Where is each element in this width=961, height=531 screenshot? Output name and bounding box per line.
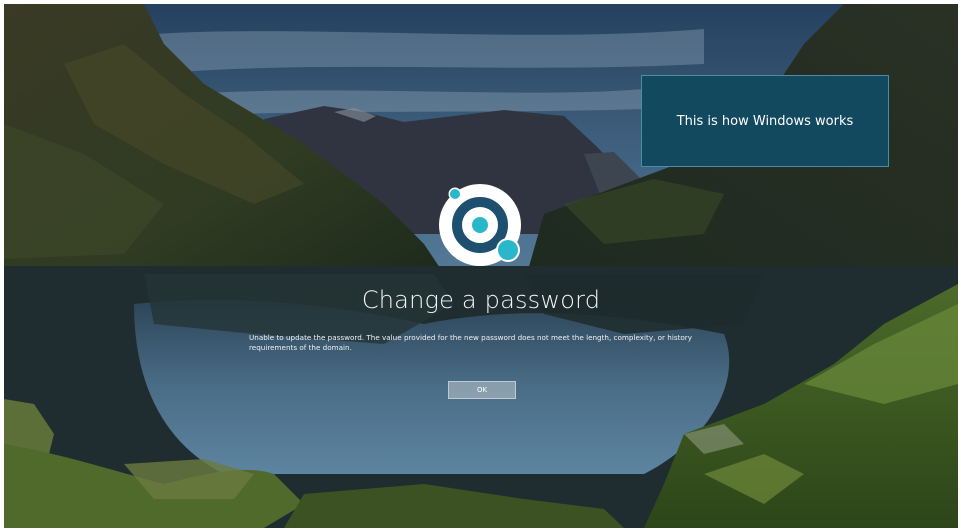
- lock-screen: This is how Windows works Change a passw…: [4, 4, 958, 528]
- error-message: Unable to update the password. The value…: [249, 333, 693, 352]
- target-orbit-logo-icon: [439, 184, 521, 266]
- callout-text: This is how Windows works: [676, 113, 854, 129]
- annotation-callout: This is how Windows works: [641, 75, 889, 167]
- ok-button[interactable]: OK: [448, 381, 516, 399]
- dialog-title: Change a password: [361, 286, 601, 314]
